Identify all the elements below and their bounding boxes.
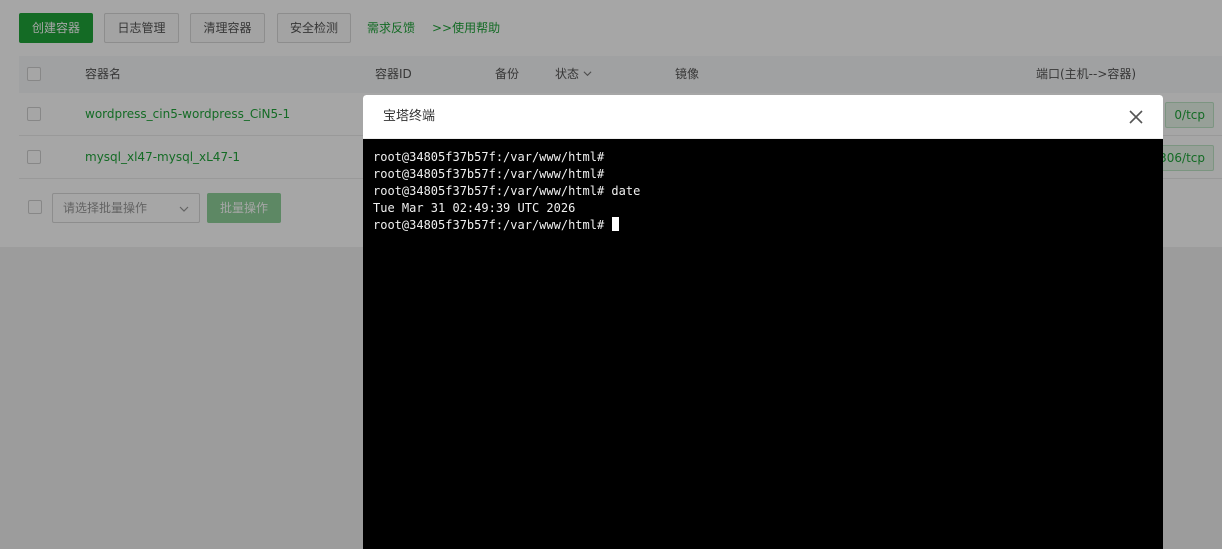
terminal-line: root@34805f37b57f:/var/www/html# date: [373, 184, 641, 198]
terminal-output[interactable]: root@34805f37b57f:/var/www/html# root@34…: [373, 149, 1153, 549]
terminal-line: root@34805f37b57f:/var/www/html#: [373, 167, 605, 181]
terminal-prompt-line: root@34805f37b57f:/var/www/html#: [373, 217, 1153, 234]
terminal-line: root@34805f37b57f:/var/www/html#: [373, 150, 605, 164]
close-icon[interactable]: [1127, 108, 1145, 126]
terminal-line: Tue Mar 31 02:49:39 UTC 2026: [373, 201, 576, 215]
terminal-dialog: 宝塔终端 root@34805f37b57f:/var/www/html# ro…: [363, 95, 1163, 549]
terminal-prompt: root@34805f37b57f:/var/www/html#: [373, 218, 612, 232]
dialog-title: 宝塔终端: [383, 109, 436, 124]
terminal-cursor: [612, 217, 620, 231]
dialog-header: 宝塔终端: [363, 95, 1163, 139]
